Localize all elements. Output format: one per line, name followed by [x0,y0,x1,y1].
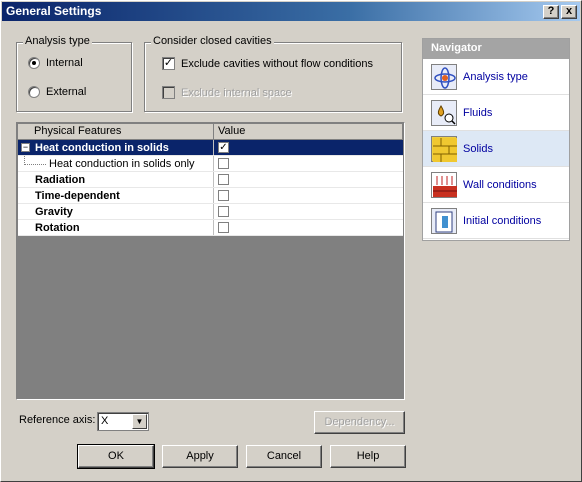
column-header-value[interactable]: Value [214,124,403,140]
feature-name: Heat conduction in solids [35,142,169,154]
chevron-down-icon[interactable]: ▼ [132,414,147,429]
radio-internal-indicator[interactable] [28,57,40,69]
cancel-button[interactable]: Cancel [246,445,322,468]
help-button[interactable]: Help [330,445,406,468]
column-header-features[interactable]: Physical Features [18,124,214,140]
exclude-internal-check-box [162,86,175,99]
tree-line [24,156,46,165]
reference-axis-combo[interactable]: X ▼ [97,412,149,431]
nav-item-label[interactable]: Initial conditions [463,215,541,227]
apply-button[interactable]: Apply [162,445,238,468]
radio-internal[interactable]: Internal [28,57,83,69]
general-settings-dialog: General Settings ? x Analysis type Inter… [0,0,582,482]
feature-cell: Time-dependent [18,188,214,203]
close-title-button[interactable]: x [561,5,577,19]
feature-cell: Radiation [18,172,214,187]
grid-header: Physical Features Value [18,124,403,140]
ok-button[interactable]: OK [77,444,155,469]
navigator-panel: Navigator Analysis type Fluids Solids Wa… [422,38,570,241]
feature-name: Rotation [35,222,80,234]
table-row[interactable]: Time-dependent [18,188,403,204]
table-row[interactable]: Gravity [18,204,403,220]
feature-cell: Gravity [18,204,214,219]
analysis-type-icon [431,63,457,90]
table-row[interactable]: Radiation [18,172,403,188]
title-bar: General Settings ? x [2,2,580,21]
closed-cavities-group: Consider closed cavities ✓ Exclude cavit… [144,35,402,112]
collapse-icon[interactable]: − [21,143,30,152]
radio-external[interactable]: External [28,86,86,98]
value-cell [214,172,403,187]
table-row[interactable]: Rotation [18,220,403,236]
feature-cell: Rotation [18,220,214,235]
navigator-title: Navigator [423,39,569,59]
value-cell [214,204,403,219]
dependency-button: Dependency... [314,411,405,434]
exclude-cavities-label[interactable]: Exclude cavities without flow conditions [181,58,373,70]
feature-name: Heat conduction in solids only [49,158,195,170]
nav-item-label[interactable]: Fluids [463,107,492,119]
nav-item-analysis-type[interactable]: Analysis type [423,59,569,95]
value-cell [214,156,403,171]
value-checkbox[interactable] [218,190,229,201]
nav-item-wall-conditions[interactable]: Wall conditions [423,167,569,203]
grid-body: − Heat conduction in solids ✓ Heat condu… [18,140,403,236]
initial-conditions-icon [431,207,457,234]
physical-features-grid[interactable]: Physical Features Value − Heat conductio… [16,122,405,400]
nav-item-label[interactable]: Analysis type [463,71,528,83]
radio-internal-label[interactable]: Internal [46,57,83,69]
exclude-internal-label: Exclude internal space [181,86,292,99]
feature-name: Radiation [35,174,86,186]
radio-external-label[interactable]: External [46,86,86,98]
wall-conditions-icon [431,171,457,198]
value-checkbox[interactable] [218,206,229,217]
help-title-button[interactable]: ? [543,5,559,19]
exclude-internal-space-checkbox: Exclude internal space [162,86,292,99]
exclude-cavities-checkbox[interactable]: ✓ Exclude cavities without flow conditio… [162,57,373,70]
solids-icon [431,135,457,162]
analysis-type-legend: Analysis type [23,35,92,47]
feature-cell: Heat conduction in solids only [18,156,214,171]
value-cell: ✓ [214,140,403,155]
feature-cell: − Heat conduction in solids [18,140,214,155]
value-cell [214,188,403,203]
window-title: General Settings [6,4,102,18]
value-checkbox[interactable] [218,222,229,233]
nav-item-initial-conditions[interactable]: Initial conditions [423,203,569,239]
value-checkbox[interactable]: ✓ [218,142,229,153]
closed-cavities-legend: Consider closed cavities [151,35,274,47]
feature-name: Gravity [35,206,73,218]
exclude-cavities-check-icon[interactable]: ✓ [162,57,175,70]
nav-item-label[interactable]: Solids [463,143,493,155]
value-checkbox[interactable] [218,158,229,169]
feature-name: Time-dependent [35,190,120,202]
table-row[interactable]: − Heat conduction in solids ✓ [18,140,403,156]
radio-external-indicator[interactable] [28,86,40,98]
fluids-icon [431,99,457,126]
value-cell [214,220,403,235]
reference-axis-label: Reference axis: [19,414,96,426]
nav-item-label[interactable]: Wall conditions [463,179,537,191]
analysis-type-group: Analysis type Internal External [16,35,132,112]
table-row[interactable]: Heat conduction in solids only [18,156,403,172]
nav-item-fluids[interactable]: Fluids [423,95,569,131]
nav-item-solids[interactable]: Solids [423,131,569,167]
value-checkbox[interactable] [218,174,229,185]
reference-axis-value: X [101,415,109,427]
